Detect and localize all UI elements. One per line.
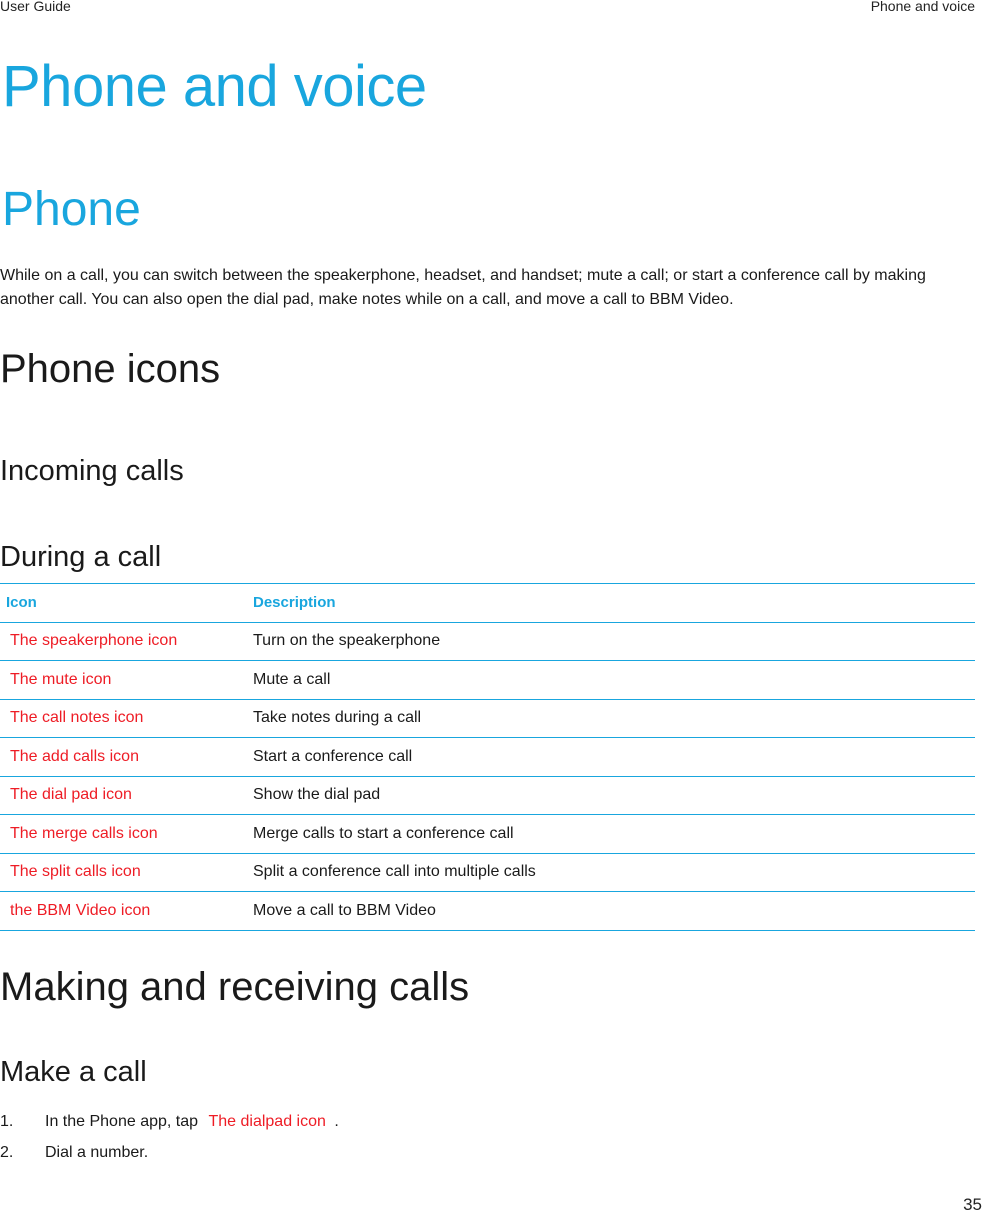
step-number: 1. — [0, 1113, 14, 1130]
table-row: The add calls icon Start a conference ca… — [0, 737, 975, 777]
table-row: The dial pad icon Show the dial pad — [0, 775, 975, 815]
merge-calls-icon: The merge calls icon — [0, 814, 246, 854]
heading-phone-icons: Phone icons — [0, 347, 221, 391]
table-row: The call notes icon Take notes during a … — [0, 698, 975, 738]
heading-making-receiving-calls: Making and receiving calls — [0, 965, 470, 1009]
add-calls-icon: The add calls icon — [0, 737, 246, 777]
call-notes-icon: The call notes icon — [0, 698, 246, 738]
page-number: 35 — [0, 1195, 982, 1215]
table-header-row: Icon Description — [0, 583, 975, 623]
table-cell-description: Split a conference call into multiple ca… — [246, 852, 975, 892]
dial-pad-icon: The dial pad icon — [0, 775, 246, 815]
bbm-video-icon: the BBM Video icon — [0, 891, 246, 931]
section-title: Phone — [2, 183, 141, 236]
table-cell-description: Start a conference call — [246, 737, 975, 777]
table-cell-description: Move a call to BBM Video — [246, 891, 975, 931]
column-header-icon: Icon — [0, 583, 246, 623]
step-item: 1. In the Phone app, tap The dialpad ico… — [0, 1106, 339, 1137]
page-number-value: 35 — [963, 1195, 982, 1214]
heading-make-a-call: Make a call — [0, 1056, 147, 1088]
table-row: the BBM Video icon Move a call to BBM Vi… — [0, 891, 975, 931]
step-item: 2. Dial a number. — [0, 1137, 339, 1168]
column-header-description: Description — [246, 583, 975, 623]
intro-paragraph: While on a call, you can switch between … — [0, 267, 926, 308]
speakerphone-icon: The speakerphone icon — [0, 621, 246, 661]
table-row: The speakerphone icon Turn on the speake… — [0, 621, 975, 661]
table-cell-description: Take notes during a call — [246, 698, 975, 738]
guide-title: User Guide — [0, 0, 71, 14]
mute-icon: The mute icon — [0, 660, 246, 700]
dialpad-icon: The dialpad icon — [208, 1113, 326, 1130]
table-cell-description: Show the dial pad — [246, 775, 975, 815]
step-text: Dial a number. — [45, 1144, 149, 1161]
table-cell-description: Merge calls to start a conference call — [246, 814, 975, 854]
table-cell-description: Mute a call — [246, 660, 975, 700]
step-text-end: . — [334, 1113, 339, 1130]
table-row: The merge calls icon Merge calls to star… — [0, 814, 975, 854]
heading-incoming-calls: Incoming calls — [0, 455, 184, 487]
phone-icons-table: Icon Description The speakerphone icon T… — [0, 583, 975, 931]
table-row: The split calls icon Split a conference … — [0, 852, 975, 892]
table-row: The mute icon Mute a call — [0, 660, 975, 700]
make-call-steps: 1. In the Phone app, tap The dialpad ico… — [0, 1106, 339, 1168]
running-header: User Guide Phone and voice — [0, 0, 975, 16]
step-number: 2. — [0, 1144, 14, 1161]
table-cell-description: Turn on the speakerphone — [246, 621, 975, 661]
heading-during-a-call: During a call — [0, 541, 162, 573]
chapter-title: Phone and voice — [2, 54, 427, 119]
step-text: In the Phone app, tap — [45, 1113, 199, 1130]
split-calls-icon: The split calls icon — [0, 852, 246, 892]
chapter-name: Phone and voice — [870, 0, 975, 14]
